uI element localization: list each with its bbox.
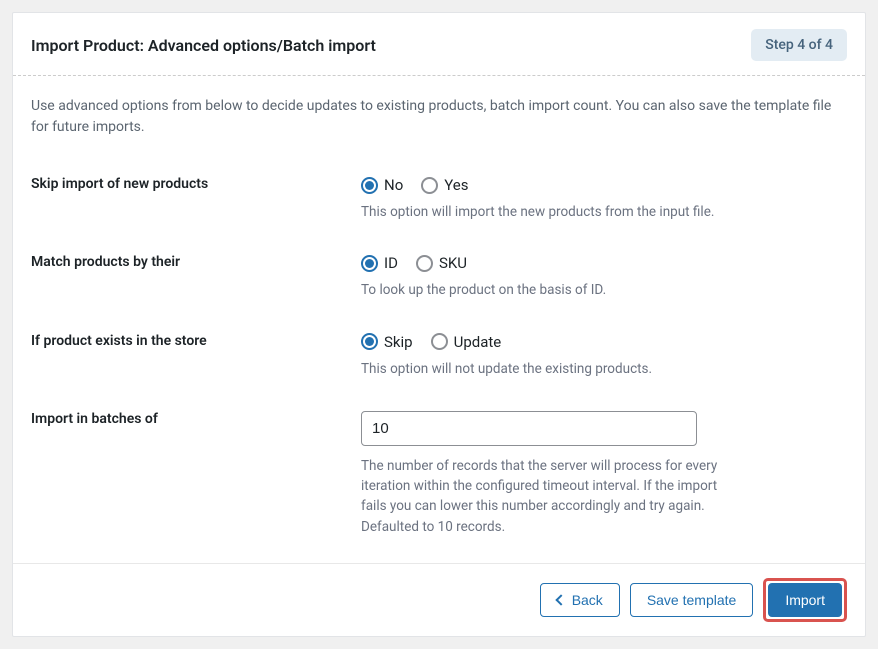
panel-body: Use advanced options from below to decid… [13,76,865,563]
field-exists-control: Skip Update This option will not update … [361,333,847,379]
save-template-button[interactable]: Save template [630,583,754,617]
field-exists-label: If product exists in the store [31,333,361,349]
radio-label-no: No [384,176,403,194]
skip-new-radio-no[interactable]: No [361,176,403,194]
step-indicator: Step 4 of 4 [751,29,847,61]
panel-header: Import Product: Advanced options/Batch i… [13,13,865,76]
field-skip-new: Skip import of new products No Yes This … [31,176,847,222]
match-by-radio-id[interactable]: ID [361,254,398,272]
radio-label-id: ID [384,254,398,272]
chevron-left-icon [555,594,566,605]
import-button-highlight: Import [763,578,847,622]
batch-size-input[interactable] [361,411,697,446]
field-skip-new-label: Skip import of new products [31,176,361,192]
radio-icon [361,333,378,350]
field-batch-label: Import in batches of [31,411,361,427]
page-title: Import Product: Advanced options/Batch i… [31,36,376,55]
field-batch-control: The number of records that the server wi… [361,411,847,537]
radio-label-skip: Skip [384,333,413,351]
import-advanced-panel: Import Product: Advanced options/Batch i… [12,12,866,637]
radio-icon [361,255,378,272]
match-by-radio-group: ID SKU [361,254,847,272]
radio-label-update: Update [454,333,502,351]
exists-help: This option will not update the existing… [361,359,721,379]
radio-icon [361,177,378,194]
field-match-by-control: ID SKU To look up the product on the bas… [361,254,847,300]
exists-radio-update[interactable]: Update [431,333,502,351]
save-template-label: Save template [647,592,737,608]
radio-icon [421,177,438,194]
skip-new-radio-group: No Yes [361,176,847,194]
skip-new-radio-yes[interactable]: Yes [421,176,468,194]
skip-new-help: This option will import the new products… [361,202,721,222]
field-skip-new-control: No Yes This option will import the new p… [361,176,847,222]
intro-text: Use advanced options from below to decid… [31,96,847,138]
exists-radio-skip[interactable]: Skip [361,333,413,351]
field-match-by: Match products by their ID SKU To look u… [31,254,847,300]
match-by-radio-sku[interactable]: SKU [416,254,467,272]
radio-label-yes: Yes [444,176,468,194]
back-button-label: Back [572,592,603,608]
field-match-by-label: Match products by their [31,254,361,270]
radio-icon [431,333,448,350]
radio-label-sku: SKU [439,254,467,272]
panel-footer: Back Save template Import [13,563,865,636]
exists-radio-group: Skip Update [361,333,847,351]
batch-help: The number of records that the server wi… [361,456,721,537]
field-batch: Import in batches of The number of recor… [31,411,847,537]
field-exists: If product exists in the store Skip Upda… [31,333,847,379]
back-button[interactable]: Back [540,583,620,617]
import-button-label: Import [785,592,825,608]
import-button[interactable]: Import [768,583,842,617]
match-by-help: To look up the product on the basis of I… [361,280,721,300]
radio-icon [416,255,433,272]
